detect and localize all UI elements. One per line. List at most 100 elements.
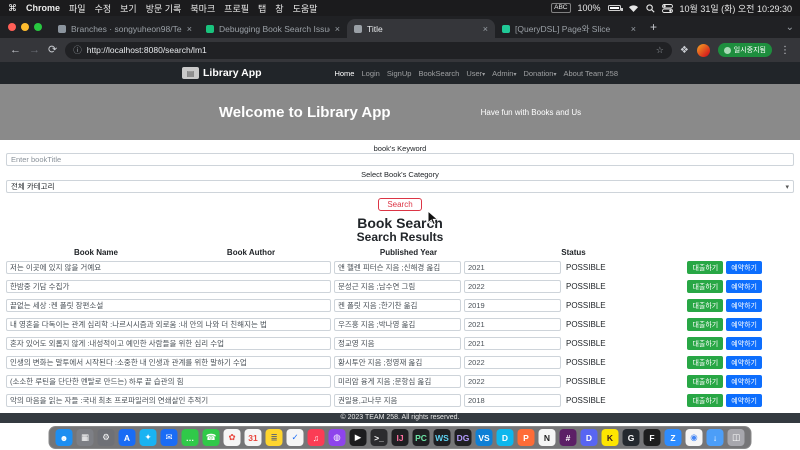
book-author-field[interactable]	[334, 280, 461, 293]
published-year-field[interactable]	[464, 261, 561, 274]
menubar-menu-item[interactable]: 보기	[120, 2, 137, 15]
dock-app-icon[interactable]: ♫	[308, 429, 325, 446]
book-name-field[interactable]	[6, 356, 331, 369]
menubar-menu-item[interactable]: 프로필	[224, 2, 249, 15]
loan-button[interactable]: 대출하기	[687, 261, 723, 274]
reload-button[interactable]: ⟳	[48, 45, 57, 56]
nav-link[interactable]: Login▾	[361, 69, 379, 78]
search-button[interactable]: Search	[378, 198, 421, 211]
dock-app-icon[interactable]: D	[497, 429, 514, 446]
bookmark-star-icon[interactable]: ☆	[656, 45, 664, 56]
book-name-field[interactable]	[6, 261, 331, 274]
dock-app-icon[interactable]: ◍	[329, 429, 346, 446]
nav-link[interactable]: BookSearch▾	[418, 69, 459, 78]
published-year-field[interactable]	[464, 337, 561, 350]
tab-search-icon[interactable]: ⌄	[786, 22, 794, 33]
browser-tab[interactable]: Branches · songyuheon98/Te... ×	[51, 19, 199, 38]
published-year-field[interactable]	[464, 280, 561, 293]
url-text[interactable]: http://localhost:8080/search/lm1	[87, 45, 207, 55]
reserve-button[interactable]: 예약하기	[726, 280, 762, 293]
menubar-menu-item[interactable]: 창	[275, 2, 283, 15]
dock-app-icon[interactable]: VS	[476, 429, 493, 446]
loan-button[interactable]: 대출하기	[687, 375, 723, 388]
nav-link[interactable]: About Team 258▾	[564, 69, 619, 78]
reserve-button[interactable]: 예약하기	[726, 261, 762, 274]
forward-button[interactable]: →	[29, 45, 40, 56]
nav-link[interactable]: Home▾	[334, 69, 354, 78]
address-bar[interactable]: ⓘ http://localhost:8080/search/lm1 ☆	[65, 42, 672, 59]
dock-app-icon[interactable]: A	[119, 429, 136, 446]
browser-tab[interactable]: Title ×	[347, 19, 495, 38]
profile-avatar[interactable]	[697, 44, 710, 57]
nav-link[interactable]: User▾	[466, 69, 485, 78]
menubar-menu-item[interactable]: 북마크	[190, 2, 215, 15]
control-center-icon[interactable]	[662, 4, 673, 13]
book-author-field[interactable]	[334, 337, 461, 350]
published-year-field[interactable]	[464, 394, 561, 407]
book-name-field[interactable]	[6, 280, 331, 293]
menubar-menu-item[interactable]: 탭	[258, 2, 266, 15]
book-author-field[interactable]	[334, 299, 461, 312]
tab-close-icon[interactable]: ×	[187, 24, 192, 34]
loan-button[interactable]: 대출하기	[687, 299, 723, 312]
loan-button[interactable]: 대출하기	[687, 318, 723, 331]
profile-sync-badge[interactable]: 일시중지됨	[718, 43, 772, 57]
site-info-icon[interactable]: ⓘ	[73, 44, 82, 56]
menubar-menu-item[interactable]: 수정	[95, 2, 112, 15]
reserve-button[interactable]: 예약하기	[726, 356, 762, 369]
dock-app-icon[interactable]: PC	[413, 429, 430, 446]
published-year-field[interactable]	[464, 299, 561, 312]
nav-link[interactable]: Donation▾	[523, 69, 556, 78]
tab-close-icon[interactable]: ×	[483, 24, 488, 34]
dock-app-icon[interactable]: ◫	[728, 429, 745, 446]
dock-app-icon[interactable]: D	[581, 429, 598, 446]
book-author-field[interactable]	[334, 261, 461, 274]
dock-app-icon[interactable]: DG	[455, 429, 472, 446]
dock-app-icon[interactable]: P	[518, 429, 535, 446]
dock-app-icon[interactable]: #	[560, 429, 577, 446]
loan-button[interactable]: 대출하기	[687, 394, 723, 407]
dock-app-icon[interactable]: ☻	[56, 429, 73, 446]
book-author-field[interactable]	[334, 356, 461, 369]
dock-app-icon[interactable]: WS	[434, 429, 451, 446]
published-year-field[interactable]	[464, 356, 561, 369]
new-tab-button[interactable]: +	[650, 16, 657, 38]
loan-button[interactable]: 대출하기	[687, 356, 723, 369]
dock-app-icon[interactable]: F	[644, 429, 661, 446]
dock-app-icon[interactable]: ✿	[224, 429, 241, 446]
apple-menu-icon[interactable]: ⌘	[8, 3, 17, 14]
brand[interactable]: ▤ Library App	[182, 67, 262, 79]
menubar-app-name[interactable]: Chrome	[26, 3, 60, 13]
wifi-icon[interactable]	[628, 4, 639, 13]
dock-app-icon[interactable]: K	[602, 429, 619, 446]
published-year-field[interactable]	[464, 375, 561, 388]
nav-link[interactable]: Admin▾	[492, 69, 516, 78]
dock-app-icon[interactable]: …	[182, 429, 199, 446]
reserve-button[interactable]: 예약하기	[726, 375, 762, 388]
window-control-dot[interactable]	[21, 23, 29, 31]
reserve-button[interactable]: 예약하기	[726, 337, 762, 350]
window-control-dot[interactable]	[8, 23, 16, 31]
tab-close-icon[interactable]: ×	[631, 24, 636, 34]
dock-app-icon[interactable]: N	[539, 429, 556, 446]
dock-app-icon[interactable]: ✦	[140, 429, 157, 446]
window-control-dot[interactable]	[34, 23, 42, 31]
book-name-field[interactable]	[6, 337, 331, 350]
dock-app-icon[interactable]: ☎	[203, 429, 220, 446]
loan-button[interactable]: 대출하기	[687, 280, 723, 293]
book-name-field[interactable]	[6, 299, 331, 312]
menubar-menu-item[interactable]: 방문 기록	[146, 2, 182, 15]
extensions-icon[interactable]: ❖	[680, 45, 689, 56]
reserve-button[interactable]: 예약하기	[726, 318, 762, 331]
dock-app-icon[interactable]: ◉	[686, 429, 703, 446]
dock-app-icon[interactable]: ▦	[77, 429, 94, 446]
published-year-field[interactable]	[464, 318, 561, 331]
category-select[interactable]: 전체 카테고리 ▾	[6, 180, 794, 193]
search-icon[interactable]	[646, 4, 655, 13]
tab-close-icon[interactable]: ×	[335, 24, 340, 34]
loan-button[interactable]: 대출하기	[687, 337, 723, 350]
dock-app-icon[interactable]: 31	[245, 429, 262, 446]
nav-link[interactable]: SignUp▾	[387, 69, 412, 78]
dock-app-icon[interactable]: ↓	[707, 429, 724, 446]
book-name-field[interactable]	[6, 375, 331, 388]
